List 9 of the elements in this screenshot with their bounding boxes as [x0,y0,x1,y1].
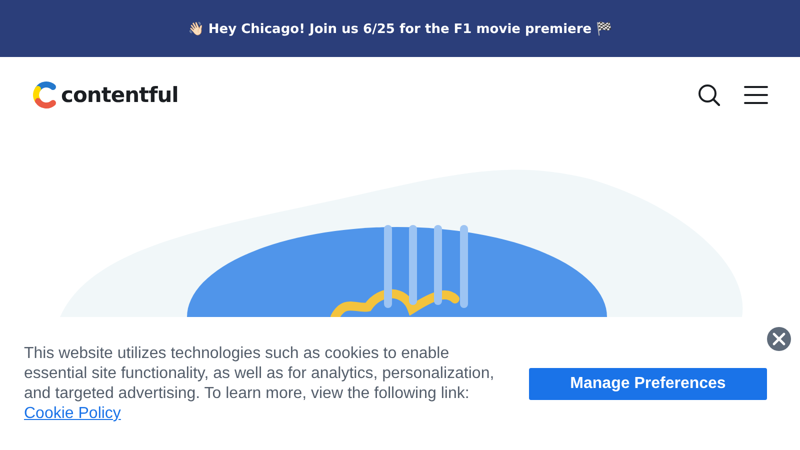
cookie-policy-link[interactable]: Cookie Policy [24,405,121,422]
manage-preferences-button[interactable]: Manage Preferences [529,368,767,400]
close-icon[interactable] [766,326,792,352]
menu-icon[interactable] [744,85,768,105]
announcement-link[interactable]: 👋🏻 Hey Chicago! Join us 6/25 for the F1 movie premiere 🏁 [188,20,612,36]
search-icon[interactable] [698,84,720,106]
logo[interactable]: contentful [33,81,178,109]
cookie-message: This website utilizes technologies such as cookies to enable essential site functionality, as well as for analytics, personalization, and targeted advertising. To learn more, view the following link: Cookie Policy [24,344,496,424]
logo-icon [33,81,59,109]
